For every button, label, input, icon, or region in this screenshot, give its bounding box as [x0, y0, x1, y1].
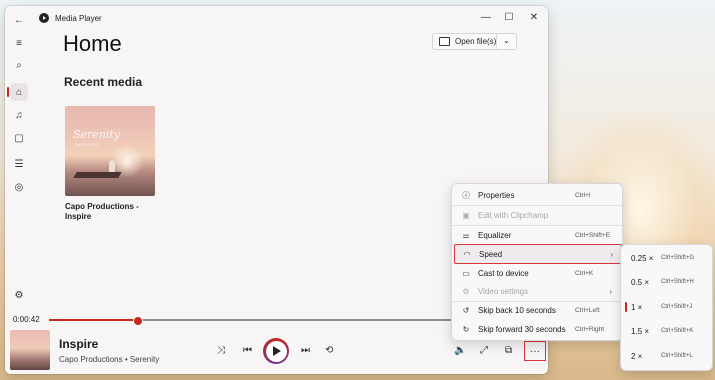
more-options-button[interactable]: ···	[524, 341, 546, 361]
menu-item-label: Speed	[479, 249, 503, 259]
chevron-right-icon: ›	[610, 249, 613, 259]
seek-bar-fill	[49, 319, 138, 321]
chevron-right-icon: ›	[609, 286, 612, 296]
menu-item-cast[interactable]: ▭ Cast to device Ctrl+K	[454, 264, 620, 282]
media-card-title: Capo Productions - Inspire	[65, 202, 139, 221]
menu-item-label: Cast to device	[478, 268, 529, 278]
elapsed-time: 0:00:42	[13, 315, 40, 324]
settings-icon[interactable]: ⚙	[10, 286, 28, 304]
skip-forward-icon: ↻	[462, 324, 470, 334]
speed-option-shortcut: Ctrl+Shift+J	[661, 304, 693, 310]
open-files-label: Open file(s)	[455, 37, 497, 46]
folder-icon	[439, 37, 450, 46]
playlists-icon[interactable]: ☰	[10, 155, 28, 173]
menu-item-label: Properties	[478, 190, 515, 200]
menu-item-shortcut: Ctrl+Right	[575, 325, 605, 333]
menu-item-shortcut: Ctrl+I	[575, 191, 591, 199]
speed-option-label: 1 ×	[631, 302, 643, 312]
figure-shape	[109, 160, 115, 172]
speed-option-shortcut: Ctrl+Shift+H	[661, 279, 694, 285]
menu-item-label: Video settings	[478, 286, 529, 296]
speed-option[interactable]: 2 × Ctrl+Shift+L	[625, 347, 709, 365]
speed-option[interactable]: 0.5 × Ctrl+Shift+H	[625, 273, 709, 291]
menu-item-edit-clipchamp: ▣ Edit with Clipchamp	[454, 206, 620, 224]
divider	[496, 34, 497, 49]
context-menu: ⓘ Properties Ctrl+I ▣ Edit with Clipcham…	[451, 183, 623, 341]
open-files-button[interactable]: Open file(s) ⌄	[432, 33, 517, 50]
video-icon[interactable]: ▢	[10, 129, 28, 147]
speed-option-shortcut: Ctrl+Shift+K	[661, 328, 694, 334]
speed-option-label: 0.5 ×	[631, 277, 650, 287]
media-card[interactable]: Serenity CAPO PRO Capo Productions - Ins…	[65, 106, 157, 222]
album-art-title: Serenity	[73, 128, 121, 141]
equalizer-icon: ⚌	[462, 230, 470, 240]
album-art-subtitle: CAPO PRO	[74, 142, 100, 147]
queue-icon[interactable]: ◎	[10, 178, 28, 196]
fullscreen-icon[interactable]: ⤢	[480, 345, 488, 356]
previous-icon[interactable]: ⏮	[243, 345, 252, 356]
speed-option-shortcut: Ctrl+Shift+G	[661, 255, 695, 261]
seek-bar[interactable]	[49, 316, 469, 326]
now-playing-title: Inspire	[59, 337, 99, 351]
speed-submenu: 0.25 × Ctrl+Shift+G 0.5 × Ctrl+Shift+H 1…	[620, 244, 713, 371]
cast-icon: ▭	[462, 268, 470, 278]
menu-item-properties[interactable]: ⓘ Properties Ctrl+I	[454, 186, 620, 204]
video-settings-icon: ⚙	[462, 286, 470, 296]
now-playing-art[interactable]	[10, 330, 50, 370]
menu-icon[interactable]: ≡	[10, 34, 28, 52]
speed-option-shortcut: Ctrl+Shift+L	[661, 353, 693, 359]
volume-icon[interactable]: 🔈	[454, 345, 466, 356]
pier-shape	[73, 172, 122, 178]
speed-option-label: 0.25 ×	[631, 253, 654, 263]
now-playing-subtitle: Capo Productions • Serenity	[59, 355, 160, 364]
speed-option[interactable]: 1.5 × Ctrl+Shift+K	[625, 322, 709, 340]
page-title: Home	[63, 31, 122, 56]
chevron-down-icon[interactable]: ⌄	[503, 36, 510, 45]
back-icon[interactable]: ←	[10, 11, 28, 29]
home-icon[interactable]: ⌂	[7, 83, 28, 101]
recent-media-heading: Recent media	[64, 75, 143, 89]
miniplayer-icon[interactable]: ⧉	[505, 345, 512, 356]
clipchamp-icon: ▣	[462, 210, 470, 220]
menu-item-equalizer[interactable]: ⚌ Equalizer Ctrl+Shift+E	[454, 226, 620, 244]
album-art[interactable]: Serenity CAPO PRO	[65, 106, 155, 196]
menu-item-shortcut: Ctrl+K	[575, 269, 594, 277]
shuffle-icon[interactable]: ⤨	[217, 345, 225, 356]
menu-item-video-settings: ⚙ Video settings ›	[454, 282, 620, 300]
menu-item-shortcut: Ctrl+Left	[575, 306, 600, 314]
play-button-face	[265, 340, 287, 362]
menu-item-speed[interactable]: ◠ Speed ›	[454, 244, 622, 264]
info-icon: ⓘ	[462, 190, 470, 200]
menu-item-skip-back[interactable]: ↺ Skip back 10 seconds Ctrl+Left	[454, 301, 620, 319]
menu-item-label: Skip back 10 seconds	[478, 305, 556, 315]
skip-back-icon: ↺	[462, 305, 470, 315]
speed-option-selected[interactable]: 1 × Ctrl+Shift+J	[625, 298, 709, 316]
next-icon[interactable]: ⏭	[301, 345, 310, 356]
menu-item-label: Edit with Clipchamp	[478, 210, 549, 220]
search-icon[interactable]: ⌕	[10, 56, 28, 74]
music-icon[interactable]: ♫	[10, 106, 28, 124]
play-button[interactable]	[263, 338, 289, 364]
menu-item-label: Equalizer	[478, 230, 512, 240]
speed-icon: ◠	[463, 249, 471, 259]
speed-option-label: 2 ×	[631, 351, 643, 361]
menu-item-label: Skip forward 30 seconds	[478, 324, 566, 334]
speed-option-label: 1.5 ×	[631, 326, 650, 336]
menu-item-skip-forward[interactable]: ↻ Skip forward 30 seconds Ctrl+Right	[454, 320, 620, 338]
speed-option[interactable]: 0.25 × Ctrl+Shift+G	[625, 249, 709, 267]
repeat-icon[interactable]: ⟲	[325, 345, 333, 356]
play-icon	[273, 346, 281, 356]
seek-handle[interactable]	[133, 316, 144, 326]
menu-item-shortcut: Ctrl+Shift+E	[575, 231, 611, 239]
